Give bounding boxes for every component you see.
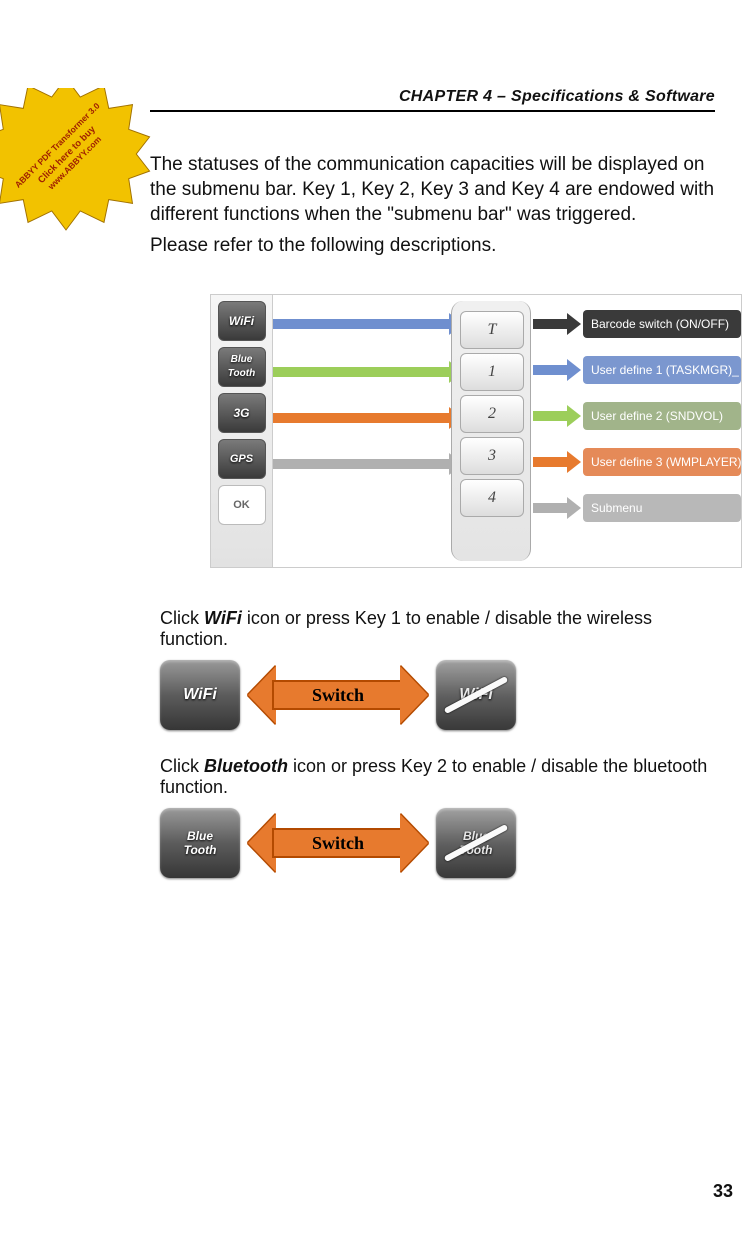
submenu-diagram: WiFi BlueTooth 3G GPS OK: [210, 294, 742, 568]
label-user-define-1: User define 1 (TASKMGR)_: [583, 356, 741, 384]
sidebar-gps-icon: GPS: [218, 439, 266, 479]
wifi-switch-row: WiFi Switch WiFi: [160, 660, 715, 730]
switch-arrow-icon: Switch: [248, 814, 428, 872]
bluetooth-switch-row: BlueTooth Switch BlueTooth: [160, 808, 715, 878]
wifi-on-icon: WiFi: [160, 660, 240, 730]
switch-arrow-icon: Switch: [248, 666, 428, 724]
sidebar-ok-button: OK: [218, 485, 266, 525]
diagram-keypad: T 1 2 3 4: [451, 301, 531, 561]
wifi-instruction: Click WiFi icon or press Key 1 to enable…: [160, 608, 715, 650]
page-number: 33: [713, 1181, 733, 1202]
label-barcode-switch: Barcode switch (ON/OFF): [583, 310, 741, 338]
arrow-3-to-label: [533, 451, 569, 473]
arrow-3g-to-2: [273, 407, 451, 429]
arrow-t-to-label: [533, 313, 569, 335]
arrow-wifi-to-t: [273, 313, 451, 335]
wifi-off-icon: WiFi: [436, 660, 516, 730]
label-submenu: Submenu: [583, 494, 741, 522]
arrow-1-to-label: [533, 359, 569, 381]
sidebar-wifi-icon: WiFi: [218, 301, 266, 341]
intro-paragraph-2: Please refer to the following descriptio…: [150, 233, 715, 258]
diagram-sidebar: WiFi BlueTooth 3G GPS OK: [211, 295, 273, 567]
key-2: 2: [460, 395, 524, 433]
label-user-define-2: User define 2 (SNDVOL): [583, 402, 741, 430]
intro-paragraph-1: The statuses of the communication capaci…: [150, 152, 715, 227]
header-rule: [150, 110, 715, 112]
chapter-header: CHAPTER 4 – Specifications & Software: [150, 88, 715, 106]
key-4: 4: [460, 479, 524, 517]
key-t: T: [460, 311, 524, 349]
bluetooth-instruction: Click Bluetooth icon or press Key 2 to e…: [160, 756, 715, 798]
key-3: 3: [460, 437, 524, 475]
arrow-2-to-label: [533, 405, 569, 427]
arrow-bt-to-1: [273, 361, 451, 383]
label-user-define-3: User define 3 (WMPLAYER): [583, 448, 741, 476]
sidebar-3g-icon: 3G: [218, 393, 266, 433]
key-1: 1: [460, 353, 524, 391]
bluetooth-off-icon: BlueTooth: [436, 808, 516, 878]
sidebar-bluetooth-icon: BlueTooth: [218, 347, 266, 387]
arrow-gps-to-3: [273, 453, 451, 475]
arrow-4-to-label: [533, 497, 569, 519]
bluetooth-on-icon: BlueTooth: [160, 808, 240, 878]
